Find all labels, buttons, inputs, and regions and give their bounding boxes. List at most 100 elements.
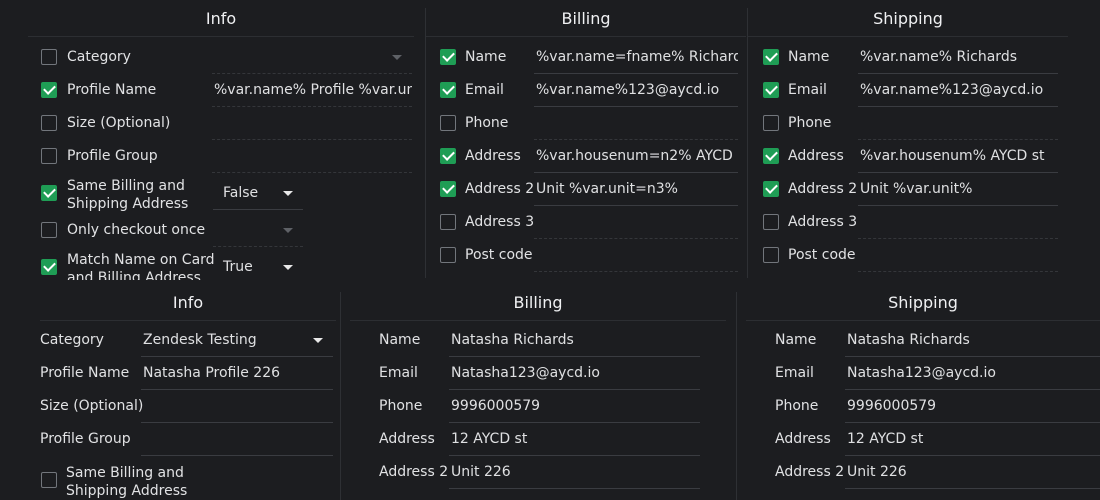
profile-group-input[interactable] <box>141 423 333 456</box>
divider <box>736 292 737 500</box>
bottom-info-panel: Info Category Zendesk Testing Profile Na… <box>40 284 336 500</box>
shipping-post-code-input[interactable] <box>858 239 1058 272</box>
field-label: Profile Group <box>40 431 131 447</box>
checkbox[interactable] <box>763 214 779 230</box>
checkbox[interactable] <box>41 49 57 65</box>
form-row-phone: Phone <box>748 107 1068 140</box>
billing-name-input[interactable]: %var.name=fname% Richards <box>534 41 738 74</box>
form-row-size: Size (Optional) <box>28 107 414 140</box>
billing-address-2-input[interactable]: Unit %var.unit=n3% <box>534 173 738 206</box>
chevron-down-icon <box>313 338 323 343</box>
checkbox[interactable] <box>440 247 456 263</box>
field-label: Post code <box>465 247 533 263</box>
chevron-down-icon <box>283 228 293 233</box>
checkbox[interactable] <box>763 148 779 164</box>
checkbox[interactable] <box>763 181 779 197</box>
checkbox[interactable] <box>440 181 456 197</box>
field-label: Address <box>788 148 844 164</box>
billing-address-2-input[interactable]: Unit 226 <box>449 456 700 489</box>
shipping-email-input[interactable]: %var.name%123@aycd.io <box>858 74 1058 107</box>
checkbox[interactable] <box>440 148 456 164</box>
shipping-name-input[interactable]: %var.name% Richards <box>858 41 1058 74</box>
form-row-category: Category Zendesk Testing <box>40 324 336 357</box>
checkbox[interactable] <box>41 472 57 488</box>
checkbox[interactable] <box>41 148 57 164</box>
checkbox[interactable] <box>440 214 456 230</box>
panel-title: Billing <box>350 284 726 321</box>
category-select[interactable] <box>212 41 412 74</box>
shipping-address-input[interactable]: %var.housenum% AYCD st <box>858 140 1058 173</box>
profile-group-input[interactable] <box>212 140 412 173</box>
form-row-match-name: Match Name on Card and Billing Address T… <box>28 251 414 280</box>
shipping-name-input[interactable]: Natasha Richards <box>845 324 1100 357</box>
panel-title: Shipping <box>748 0 1068 37</box>
shipping-email-input[interactable]: Natasha123@aycd.io <box>845 357 1100 390</box>
category-select[interactable]: Zendesk Testing <box>141 324 333 357</box>
billing-phone-input[interactable] <box>534 107 738 140</box>
shipping-phone-input[interactable]: 9996000579 <box>845 390 1100 423</box>
field-label: Post code <box>788 247 856 263</box>
same-address-select[interactable]: False <box>213 177 303 210</box>
form-row-post-code: Post code <box>426 239 746 272</box>
checkbox[interactable] <box>41 82 57 98</box>
checkbox[interactable] <box>41 222 57 238</box>
form-row-email: Email %var.name%123@aycd.io <box>426 74 746 107</box>
billing-address-input[interactable]: %var.housenum=n2% AYCD st <box>534 140 738 173</box>
size-input[interactable] <box>212 107 412 140</box>
shipping-address-2-input[interactable]: Unit 226 <box>845 456 1100 489</box>
checkbox[interactable] <box>440 115 456 131</box>
form-row-phone: Phone <box>426 107 746 140</box>
billing-address-input[interactable]: 12 AYCD st <box>449 423 700 456</box>
shipping-address-2-input[interactable]: Unit %var.unit% <box>858 173 1058 206</box>
billing-email-input[interactable]: %var.name%123@aycd.io <box>534 74 738 107</box>
billing-name-input[interactable]: Natasha Richards <box>449 324 700 357</box>
billing-address-3-input[interactable] <box>534 206 738 239</box>
checkbox[interactable] <box>763 49 779 65</box>
form-row-email: Email Natasha123@aycd.io <box>746 357 1100 390</box>
form-row-address-3: Address 3 <box>426 206 746 239</box>
form-row-name: Name %var.name% Richards <box>748 41 1068 74</box>
field-label: Address 2 <box>788 181 858 197</box>
field-label: Name <box>775 332 817 348</box>
form-row-profile-name: Profile Name %var.name% Profile %var.uni… <box>28 74 414 107</box>
shipping-address-3-input[interactable] <box>858 206 1058 239</box>
form-row-profile-group: Profile Group <box>40 423 336 456</box>
field-label: Profile Name <box>67 82 157 98</box>
field-label: Email <box>465 82 504 98</box>
billing-email-input[interactable]: Natasha123@aycd.io <box>449 357 700 390</box>
form-row-same-address: Same Billing and Shipping Address False <box>28 177 414 212</box>
field-label: Match Name on Card and Billing Address <box>67 252 215 280</box>
panel-title: Info <box>28 0 414 37</box>
field-label: Same Billing and Shipping Address <box>66 465 188 499</box>
form-row-category: Category <box>28 41 414 74</box>
field-label: Address 2 <box>775 464 845 480</box>
shipping-address-input[interactable]: 12 AYCD st <box>845 423 1100 456</box>
checkbox[interactable] <box>763 82 779 98</box>
form-row-address: Address 12 AYCD st <box>350 423 726 456</box>
profile-name-input[interactable]: Natasha Profile 226 <box>141 357 333 390</box>
checkbox[interactable] <box>41 185 57 201</box>
match-name-select[interactable]: True <box>213 251 303 280</box>
checkbox[interactable] <box>440 82 456 98</box>
checkbox[interactable] <box>41 259 57 275</box>
checkout-once-select[interactable] <box>213 214 303 247</box>
form-row-email: Email Natasha123@aycd.io <box>350 357 726 390</box>
field-label: Address 3 <box>788 214 858 230</box>
checkbox[interactable] <box>763 115 779 131</box>
form-row-address-2: Address 2 Unit 226 <box>746 456 1100 489</box>
field-label: Size (Optional) <box>67 115 171 131</box>
field-label: Email <box>379 365 418 381</box>
profile-name-input[interactable]: %var.name% Profile %var.unit% <box>212 74 412 107</box>
billing-post-code-input[interactable] <box>534 239 738 272</box>
checkbox[interactable] <box>41 115 57 131</box>
top-billing-panel: Billing Name %var.name=fname% Richards E… <box>426 0 746 280</box>
field-label: Address 3 <box>465 214 535 230</box>
chevron-down-icon <box>392 55 402 60</box>
checkbox[interactable] <box>440 49 456 65</box>
size-input[interactable] <box>141 390 333 423</box>
top-shipping-panel: Shipping Name %var.name% Richards Email … <box>748 0 1068 280</box>
billing-phone-input[interactable]: 9996000579 <box>449 390 700 423</box>
shipping-phone-input[interactable] <box>858 107 1058 140</box>
checkbox[interactable] <box>763 247 779 263</box>
bottom-shipping-panel: Shipping Name Natasha Richards Email Nat… <box>746 284 1100 500</box>
